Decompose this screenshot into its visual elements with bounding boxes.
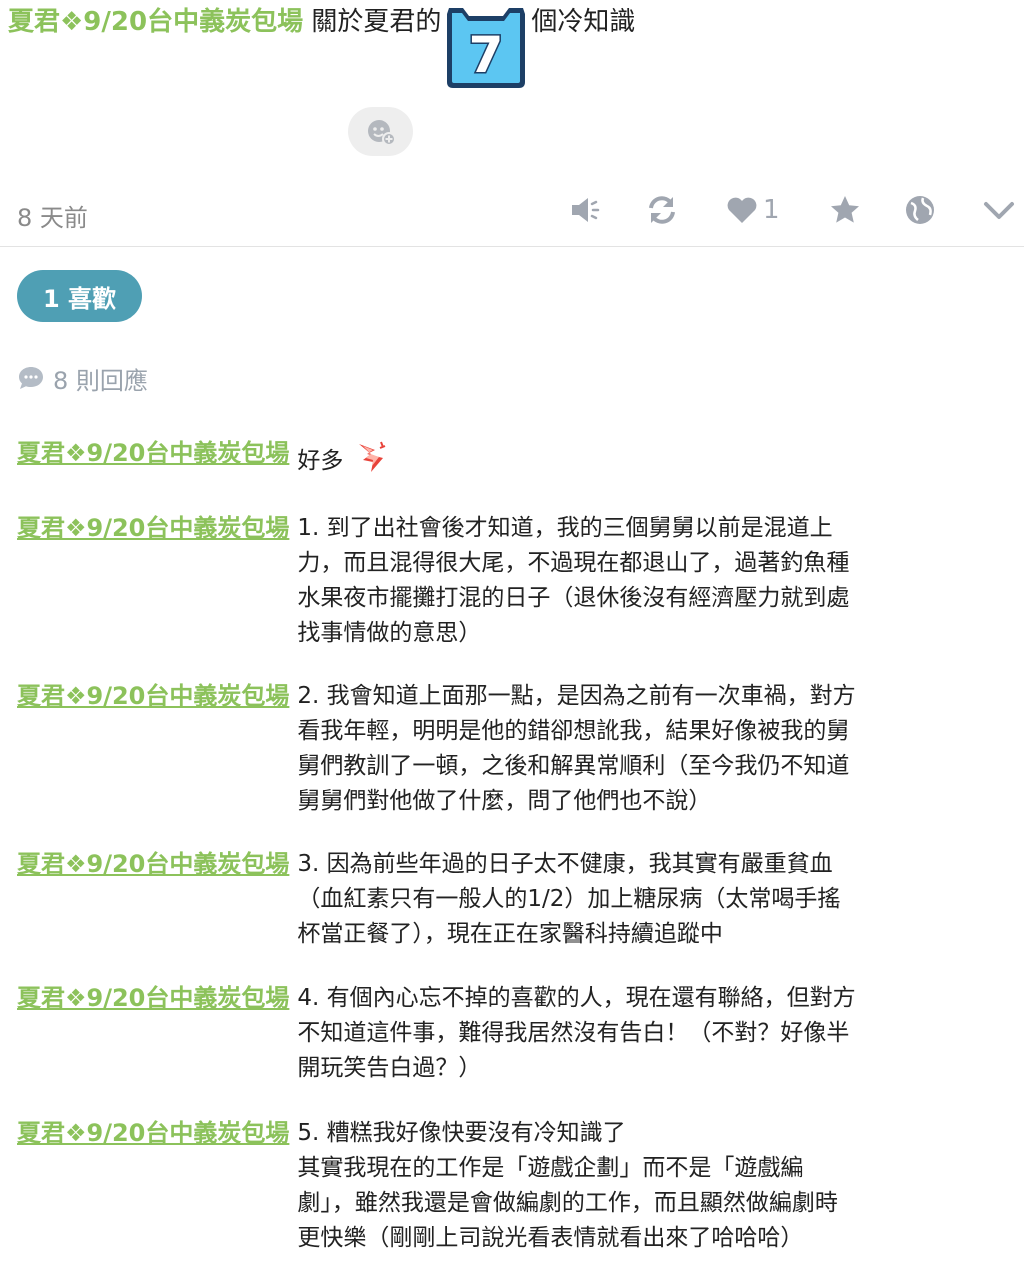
likes-count-button[interactable]: 1 喜歡 [17, 270, 142, 322]
comment-item: 夏君❖9/20台中義炭包場 5. 糟糕我好像快要沒有冷知識了 其實我現在的工作是… [17, 1116, 1007, 1256]
post-title-after: 個冷知識 [531, 7, 636, 37]
sparkle-sticker-icon [353, 436, 393, 487]
heart-icon [727, 197, 757, 223]
comment-author[interactable]: 夏君❖9/20台中義炭包場 [17, 511, 289, 651]
add-reaction-button[interactable] [348, 107, 413, 156]
refresh-icon [649, 196, 675, 224]
replies-count[interactable]: 8 則回應 [17, 358, 148, 398]
more-options-button[interactable] [982, 190, 1016, 230]
speaker-icon [572, 198, 600, 222]
add-reaction-icon [367, 119, 396, 146]
globe-icon [906, 196, 934, 224]
post-header: 夏君❖9/20台中義炭包場 關於夏君的 7 個冷知識 [8, 0, 1018, 100]
comment-item: 夏君❖9/20台中義炭包場 1. 到了出社會後才知道，我的三個舅舅以前是混道上 … [17, 511, 1007, 651]
comment-text: 5. 糟糕我好像快要沒有冷知識了 其實我現在的工作是「遊戲企劃」而不是「遊戲編 … [297, 1120, 838, 1251]
share-button[interactable] [903, 190, 937, 230]
comment-item: 夏君❖9/20台中義炭包場 2. 我會知道上面那一點，是因為之前有一次車禍，對方… [17, 679, 1007, 819]
comment-item: 夏君❖9/20台中義炭包場 好多 [17, 436, 1007, 487]
comment-author[interactable]: 夏君❖9/20台中義炭包場 [17, 981, 289, 1086]
comment-author[interactable]: 夏君❖9/20台中義炭包場 [17, 1116, 289, 1256]
svg-text:7: 7 [469, 26, 504, 84]
comment-text: 3. 因為前些年過的日子太不健康，我其實有嚴重貧血 （血紅素只有一般人的1/2）… [297, 851, 841, 947]
comment-text: 1. 到了出社會後才知道，我的三個舅舅以前是混道上 力，而且混得很大尾，不過現在… [297, 515, 850, 646]
mute-button[interactable] [568, 190, 602, 230]
post-author[interactable]: 夏君❖9/20台中義炭包場 [8, 7, 303, 37]
replies-count-label: 8 則回應 [53, 366, 148, 395]
number-seven-badge-icon: 7 [443, 2, 529, 90]
comment-text: 2. 我會知道上面那一點，是因為之前有一次車禍，對方 看我年輕，明明是他的錯卻想… [297, 683, 856, 814]
chat-bubble-icon [19, 367, 43, 389]
comment-text: 4. 有個內心忘不掉的喜歡的人，現在還有聯絡，但對方 不知道這件事，難得我居然沒… [297, 985, 856, 1081]
comment-item: 夏君❖9/20台中義炭包場 3. 因為前些年過的日子太不健康，我其實有嚴重貧血 … [17, 847, 1007, 952]
comment-author[interactable]: 夏君❖9/20台中義炭包場 [17, 436, 289, 487]
post-title-before: 關於夏君的 [311, 7, 442, 37]
repost-button[interactable] [645, 190, 679, 230]
post-meta-row: 8 天前 1 [0, 180, 1024, 247]
comment-author[interactable]: 夏君❖9/20台中義炭包場 [17, 679, 289, 819]
star-icon [831, 196, 859, 223]
like-button[interactable]: 1 [725, 190, 780, 230]
comment-item: 夏君❖9/20台中義炭包場 4. 有個內心忘不掉的喜歡的人，現在還有聯絡，但對方… [17, 981, 1007, 1086]
favorite-button[interactable] [828, 190, 862, 230]
comment-author[interactable]: 夏君❖9/20台中義炭包場 [17, 847, 289, 952]
like-count: 1 [763, 195, 780, 225]
chevron-down-icon [984, 202, 1014, 219]
comment-text: 好多 [297, 436, 957, 487]
post-timestamp: 8 天前 [17, 204, 88, 232]
